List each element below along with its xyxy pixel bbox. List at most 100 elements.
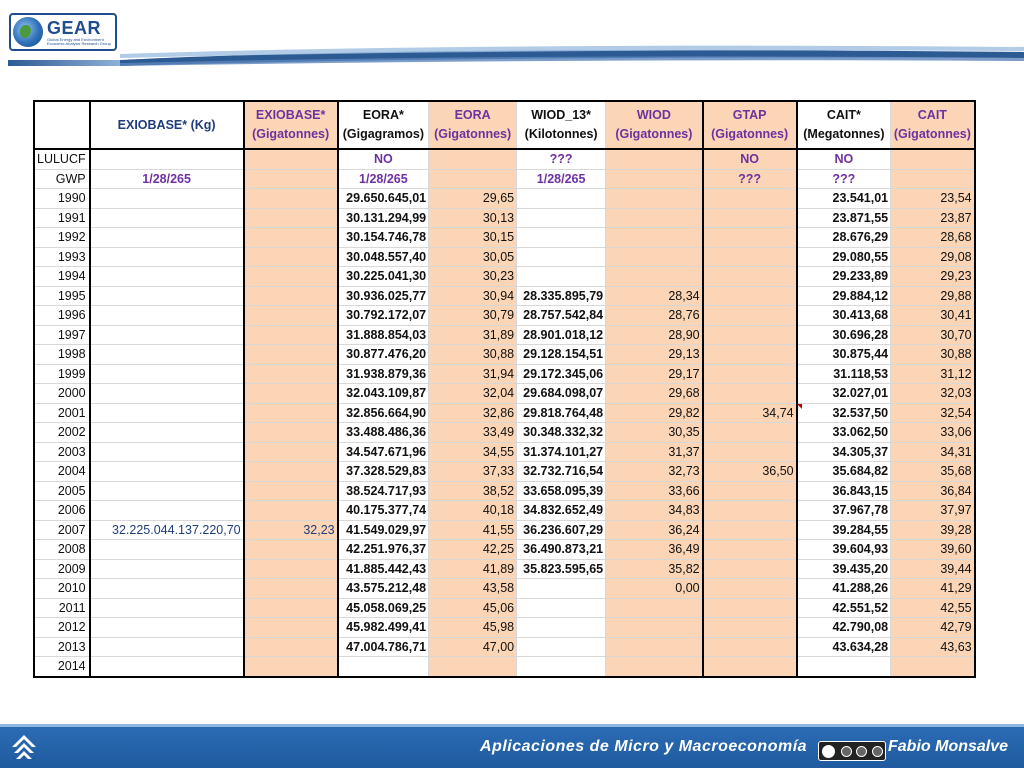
year-row-label-cell: 1996	[33, 305, 91, 326]
year-row-cell: 43.634,28	[796, 636, 892, 657]
year-row-cell: 42.790,08	[796, 617, 892, 638]
year-row-label-cell: 2000	[33, 383, 91, 404]
comment-marker-icon[interactable]	[796, 404, 802, 409]
footer-author: Fabio Monsalve	[888, 738, 1009, 755]
header-cait-gt: CAIT (Gigatonnes)	[890, 100, 976, 150]
year-row-cell	[89, 188, 245, 209]
year-row-cell: 37.967,78	[796, 500, 892, 521]
year-row-cell	[605, 266, 704, 287]
year-row-cell: 42,25	[428, 539, 518, 560]
year-row-cell	[243, 344, 339, 365]
table-row: 1990 29.650.645,01 29,65 23.541,01 23,54	[33, 188, 976, 209]
year-row-cell: 29,08	[890, 246, 976, 267]
year-row-cell	[243, 578, 339, 599]
year-row-cell	[89, 285, 245, 306]
year-row-cell: 42.251.976,37	[337, 539, 430, 560]
year-row-cell	[243, 422, 339, 443]
year-row-label-cell: 1994	[33, 266, 91, 287]
year-row-label-cell: 1998	[33, 344, 91, 365]
year-row-cell	[516, 188, 607, 209]
footer-title: Aplicaciones de Micro y Macroeconomía	[480, 738, 808, 755]
year-row-label-cell: 2013	[33, 636, 91, 657]
year-row-label-cell: 2002	[33, 422, 91, 443]
year-row-cell	[516, 617, 607, 638]
year-row-cell	[702, 500, 798, 521]
year-row-cell	[89, 636, 245, 657]
year-row-cell: 30.792.172,07	[337, 305, 430, 326]
table-row: 1994 30.225.041,30 30,23 29.233,89 29,23	[33, 266, 976, 287]
year-row-cell: 29,65	[428, 188, 518, 209]
year-row-cell	[243, 383, 339, 404]
table-row: 2011 45.058.069,25 45,06 42.551,52 42,55	[33, 597, 976, 618]
year-row-cell	[702, 266, 798, 287]
year-row-cell: 36,84	[890, 480, 976, 501]
year-row-label-cell: 2006	[33, 500, 91, 521]
year-row-cell: 35.823.595,65	[516, 558, 607, 579]
year-row-cell: 28,34	[605, 285, 704, 306]
table-row: 2013 47.004.786,71 47,00 43.634,28 43,63	[33, 636, 976, 657]
year-row-cell: 32,73	[605, 461, 704, 482]
year-row-cell: 33.062,50	[796, 422, 892, 443]
year-row-cell: 39.284,55	[796, 519, 892, 540]
table-row: 1999 31.938.879,36 31,94 29.172.345,06 29,17…	[33, 363, 976, 384]
year-row-cell: 32,04	[428, 383, 518, 404]
year-row-cell: 29,13	[605, 344, 704, 365]
year-row-cell: 32.537,50	[796, 402, 892, 423]
lulucf-cell	[428, 148, 518, 170]
table-row: 2010 43.575.212,48 43,58 0,00 41.288,26 41,29	[33, 578, 976, 599]
year-row-cell: 29.818.764,48	[516, 402, 607, 423]
year-row-cell	[702, 344, 798, 365]
year-row-cell	[702, 227, 798, 248]
year-row-label-cell: 2010	[33, 578, 91, 599]
year-row-cell: 30.225.041,30	[337, 266, 430, 287]
year-row-cell	[702, 441, 798, 462]
year-row-cell: 30,94	[428, 285, 518, 306]
year-row-cell: 30,23	[428, 266, 518, 287]
year-row-cell	[89, 617, 245, 638]
table-row: 2002 33.488.486,36 33,49 30.348.332,32 30,35…	[33, 422, 976, 443]
year-row-cell: 30,41	[890, 305, 976, 326]
table-row: 1991 30.131.294,99 30,13 23.871,55 23,87	[33, 207, 976, 228]
year-row-cell	[243, 617, 339, 638]
year-row-label-cell: 2014	[33, 656, 91, 678]
table-row: LULUCF NO??? NO NO	[33, 148, 976, 170]
gear-logo: GEAR Global Energy and Environment Econo…	[9, 13, 117, 51]
year-row-cell	[243, 363, 339, 384]
year-row-cell	[516, 656, 607, 678]
year-row-cell	[89, 500, 245, 521]
year-row-cell	[605, 597, 704, 618]
year-row-cell: 39,44	[890, 558, 976, 579]
year-row-cell: 32,03	[890, 383, 976, 404]
year-row-cell: 41,29	[890, 578, 976, 599]
year-row-cell: 29.128.154,51	[516, 344, 607, 365]
year-row-cell	[89, 344, 245, 365]
year-row-cell	[702, 246, 798, 267]
year-row-cell	[89, 656, 245, 678]
year-row-cell	[605, 636, 704, 657]
table-row: 2006 40.175.377,74 40,18 34.832.652,49 34,83…	[33, 500, 976, 521]
table-row: 1998 30.877.476,20 30,88 29.128.154,51 29,13…	[33, 344, 976, 365]
year-row-cell: 31.938.879,36	[337, 363, 430, 384]
year-row-cell	[702, 656, 798, 678]
year-row-cell: 29,23	[890, 266, 976, 287]
year-row-cell: 29,88	[890, 285, 976, 306]
year-row-cell: 45.982.499,41	[337, 617, 430, 638]
year-row-cell	[702, 617, 798, 638]
cc-by-nc-sa-icon	[818, 741, 886, 761]
year-row-cell: 36.490.873,21	[516, 539, 607, 560]
gwp-cell	[605, 168, 704, 189]
year-row-cell	[89, 363, 245, 384]
year-row-cell	[605, 207, 704, 228]
year-row-cell: 31.888.854,03	[337, 324, 430, 345]
year-row-cell: 41.549.029,97	[337, 519, 430, 540]
year-row-cell: 28,76	[605, 305, 704, 326]
year-row-cell: 31.118,53	[796, 363, 892, 384]
year-row-cell: 33,49	[428, 422, 518, 443]
year-row-cell: 23.871,55	[796, 207, 892, 228]
table-row: 2004 37.328.529,83 37,33 32.732.716,54 32,73…	[33, 461, 976, 482]
year-row-cell	[702, 422, 798, 443]
header-stripe-left	[8, 60, 120, 66]
year-row-label-cell: 2005	[33, 480, 91, 501]
lulucf-cell: ???	[516, 148, 607, 170]
year-row-cell: 31,37	[605, 441, 704, 462]
